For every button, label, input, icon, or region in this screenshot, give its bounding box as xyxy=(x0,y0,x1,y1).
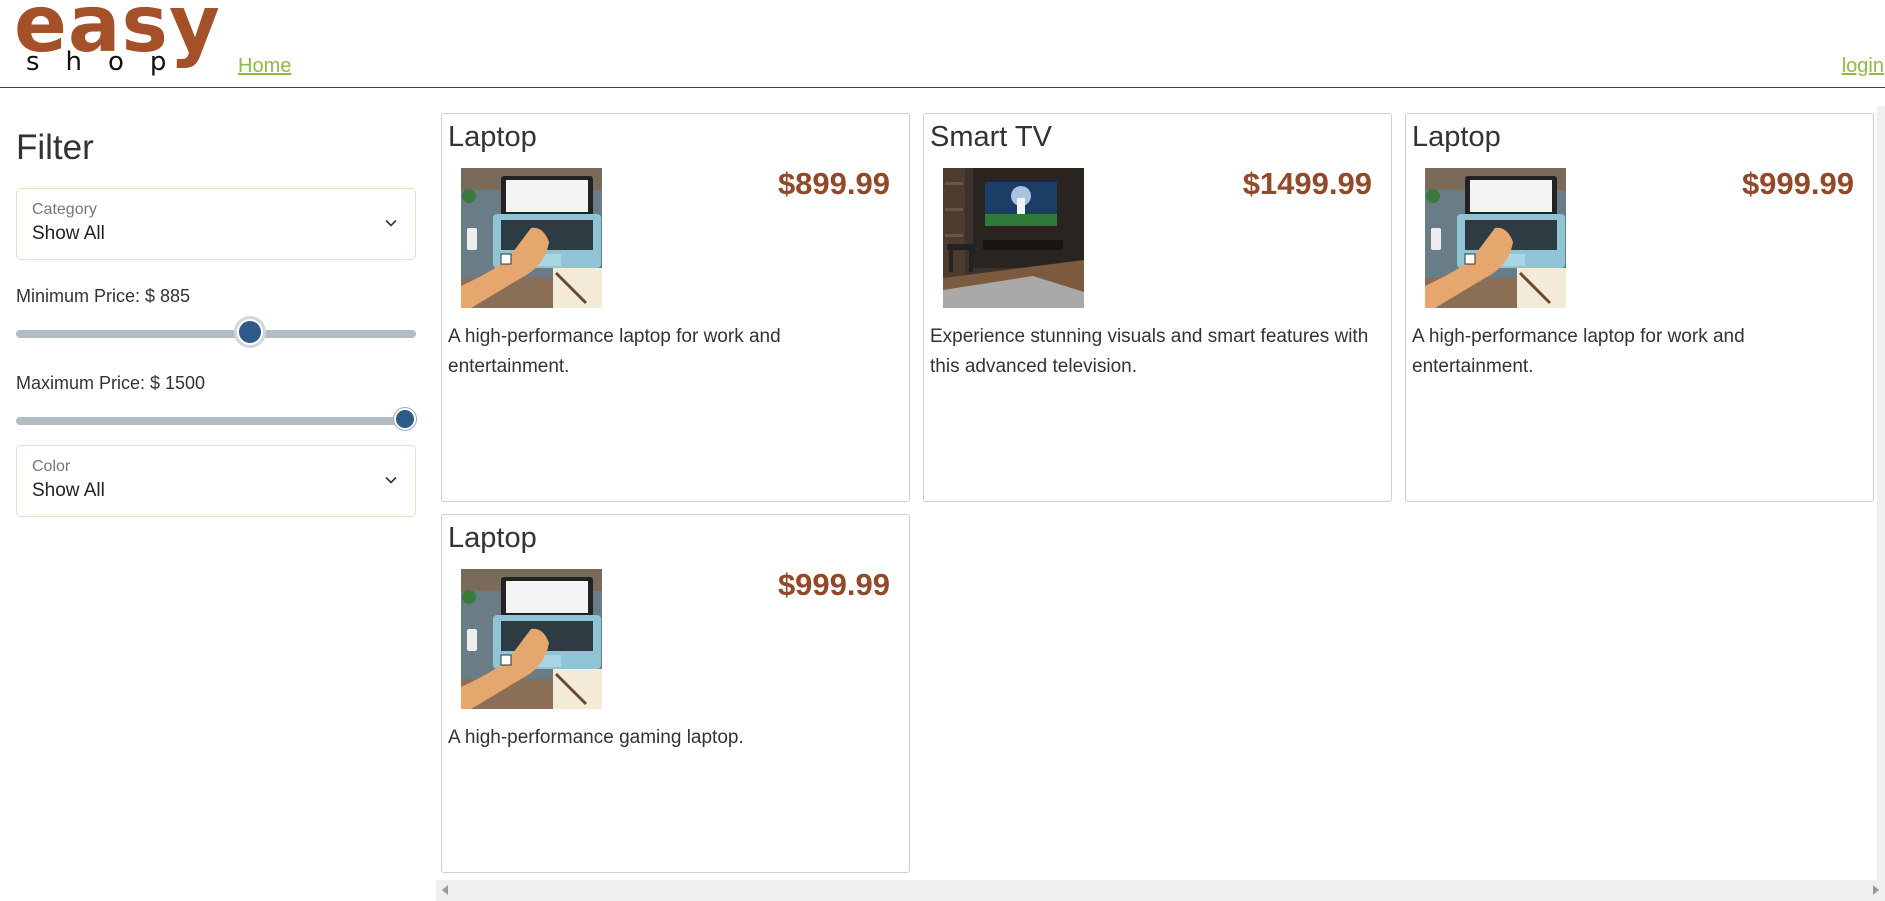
product-description: A high-performance laptop for work and e… xyxy=(448,326,781,377)
product-price: $899.99 xyxy=(777,166,890,201)
product-name[interactable]: Laptop xyxy=(448,522,537,555)
category-select-value: Show All xyxy=(32,223,105,244)
min-price-slider-track[interactable] xyxy=(16,330,416,338)
product-price: $999.99 xyxy=(1741,166,1854,201)
max-price-label: Maximum Price: $ 1500 xyxy=(16,373,206,393)
product-name[interactable]: Smart TV xyxy=(930,121,1052,154)
max-price-slider-thumb[interactable] xyxy=(394,408,416,430)
product-price: $1499.99 xyxy=(1242,166,1372,201)
category-select-label: Category xyxy=(32,201,97,218)
product-name[interactable]: Laptop xyxy=(448,121,537,154)
login-link[interactable]: login xyxy=(1842,55,1884,78)
product-price: $999.99 xyxy=(777,567,890,602)
color-select-value: Show All xyxy=(32,480,105,501)
product-description: A high-performance laptop for work and e… xyxy=(1412,326,1745,377)
vertical-scrollbar[interactable] xyxy=(1877,106,1885,880)
product-name[interactable]: Laptop xyxy=(1412,121,1501,154)
logo-shop-text: shop xyxy=(26,47,193,77)
home-link[interactable]: Home xyxy=(238,55,291,78)
scroll-left-arrow-icon[interactable] xyxy=(442,885,448,895)
filter-sidebar: Filter Category Show All Minimum Price: … xyxy=(16,120,416,517)
filter-title: Filter xyxy=(16,128,94,167)
product-description: A high-performance gaming laptop. xyxy=(448,727,744,748)
product-card[interactable]: Laptop $999.99 A high-performance laptop… xyxy=(1405,113,1874,502)
min-price-label: Minimum Price: $ 885 xyxy=(16,286,191,306)
min-price-slider-thumb[interactable] xyxy=(237,319,264,345)
color-select-label: Color xyxy=(32,458,71,475)
smart-tv-image[interactable] xyxy=(943,168,1084,308)
max-price-slider[interactable] xyxy=(16,408,416,434)
easy-shop-logo[interactable]: easy shop xyxy=(14,0,220,84)
category-select[interactable]: Category Show All xyxy=(16,188,416,260)
site-header: easy shop Home login xyxy=(0,0,1885,88)
laptop-image[interactable] xyxy=(461,569,602,709)
min-price-slider[interactable] xyxy=(16,319,416,347)
product-card[interactable]: Smart TV $1499.99 Experience stunning vi… xyxy=(923,113,1392,502)
scroll-right-arrow-icon[interactable] xyxy=(1873,885,1879,895)
chevron-down-icon xyxy=(385,476,397,484)
product-description: Experience stunning visuals and smart fe… xyxy=(930,326,1369,377)
product-card[interactable]: Laptop $999.99 A high-performance gaming… xyxy=(441,514,910,873)
product-card[interactable]: Laptop $899.99 A high-performance laptop… xyxy=(441,113,910,502)
max-price-slider-track[interactable] xyxy=(16,417,416,425)
laptop-image[interactable] xyxy=(461,168,602,308)
horizontal-scrollbar[interactable] xyxy=(436,880,1885,901)
color-select[interactable]: Color Show All xyxy=(16,445,416,517)
chevron-down-icon xyxy=(385,219,397,227)
laptop-image[interactable] xyxy=(1425,168,1566,308)
